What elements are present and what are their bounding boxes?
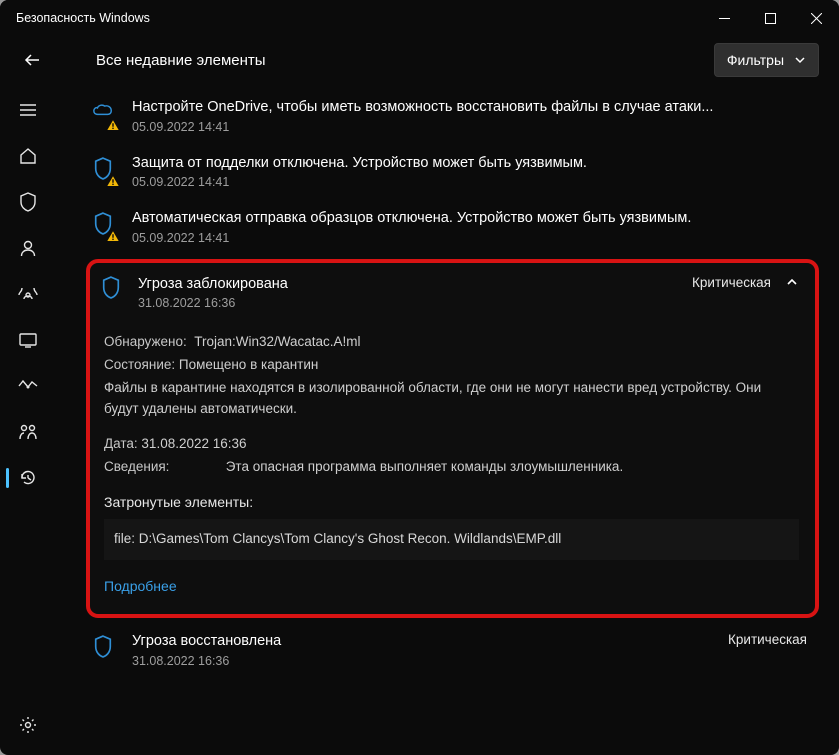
nav-home[interactable] [6,136,50,176]
app-window: Безопасность Windows Все недавние элемен… [0,0,839,755]
nav-family-options[interactable] [6,412,50,452]
window-buttons [701,0,839,36]
threat-header-right: Критическая [692,275,805,290]
window-title: Безопасность Windows [16,11,150,25]
shield-warning-icon [92,211,116,241]
more-link[interactable]: Подробнее [104,576,177,598]
topbar: Все недавние элементы Фильтры [0,36,839,84]
nav-settings[interactable] [6,705,50,745]
sidebar [0,84,56,755]
item-text: Настройте OneDrive, чтобы иметь возможно… [132,98,713,134]
affected-file: file: D:\Games\Tom Clancys\Tom Clancy's … [104,519,799,560]
item-timestamp: 05.09.2022 14:41 [132,175,587,189]
filters-label: Фильтры [727,52,784,68]
item-text: Защита от подделки отключена. Устройство… [132,154,587,190]
detected-label: Обнаружено: [104,334,187,349]
date-value: 31.08.2022 16:36 [141,436,246,451]
filters-button[interactable]: Фильтры [714,43,819,77]
back-button[interactable] [12,40,52,80]
item-text: Автоматическая отправка образцов отключе… [132,209,691,245]
item-title: Защита от подделки отключена. Устройство… [132,154,587,174]
nav-virus-protection[interactable] [6,182,50,222]
maximize-button[interactable] [747,0,793,36]
page-title: Все недавние элементы [52,52,714,69]
chevron-up-icon[interactable] [785,275,799,289]
list-item[interactable]: Угроза восстановлена 31.08.2022 16:36 Кр… [86,628,819,678]
shield-icon [92,634,116,664]
shield-icon [100,275,122,305]
nav-protection-history[interactable] [6,458,50,498]
item-title: Угроза восстановлена [132,632,281,652]
chevron-down-icon [794,54,806,66]
cloud-warning-icon [92,100,116,130]
threat-note: Файлы в карантине находятся в изолирован… [104,378,799,420]
nav-firewall[interactable] [6,274,50,314]
list-item[interactable]: Настройте OneDrive, чтобы иметь возможно… [86,88,819,144]
info-value: Эта опасная программа выполняет команды … [226,459,624,474]
nav-app-browser[interactable] [6,320,50,360]
nav-device-security[interactable] [6,366,50,406]
item-title: Автоматическая отправка образцов отключе… [132,209,691,229]
item-timestamp: 05.09.2022 14:41 [132,231,691,245]
date-label: Дата: [104,436,138,451]
list-item[interactable]: Автоматическая отправка образцов отключе… [86,199,819,255]
item-timestamp: 31.08.2022 16:36 [132,654,281,668]
threat-timestamp: 31.08.2022 16:36 [138,296,288,310]
item-title: Настройте OneDrive, чтобы иметь возможно… [132,98,713,118]
state-label: Состояние: [104,357,175,372]
info-label: Сведения: [104,459,169,474]
nav-menu[interactable] [6,90,50,130]
content: Настройте OneDrive, чтобы иметь возможно… [56,84,839,755]
threat-details: Обнаружено: Trojan:Win32/Wacatac.A!ml Со… [100,310,805,602]
threat-header[interactable]: Угроза заблокирована 31.08.2022 16:36 Кр… [100,275,805,311]
shield-warning-icon [92,156,116,186]
minimize-button[interactable] [701,0,747,36]
item-right: Критическая [728,632,813,647]
threat-title-block: Угроза заблокирована 31.08.2022 16:36 [138,275,288,311]
list-item[interactable]: Защита от подделки отключена. Устройство… [86,144,819,200]
item-text: Угроза восстановлена 31.08.2022 16:36 [132,632,281,668]
threat-title: Угроза заблокирована [138,275,288,295]
severity-label: Критическая [728,632,807,647]
state-value: Помещено в карантин [179,357,318,372]
detected-value: Trojan:Win32/Wacatac.A!ml [194,334,360,349]
close-button[interactable] [793,0,839,36]
threat-card-expanded: Угроза заблокирована 31.08.2022 16:36 Кр… [86,259,819,619]
nav-account-protection[interactable] [6,228,50,268]
affected-label: Затронутые элементы: [104,492,799,514]
severity-label: Критическая [692,275,771,290]
item-timestamp: 05.09.2022 14:41 [132,120,713,134]
titlebar: Безопасность Windows [0,0,839,36]
body: Настройте OneDrive, чтобы иметь возможно… [0,84,839,755]
